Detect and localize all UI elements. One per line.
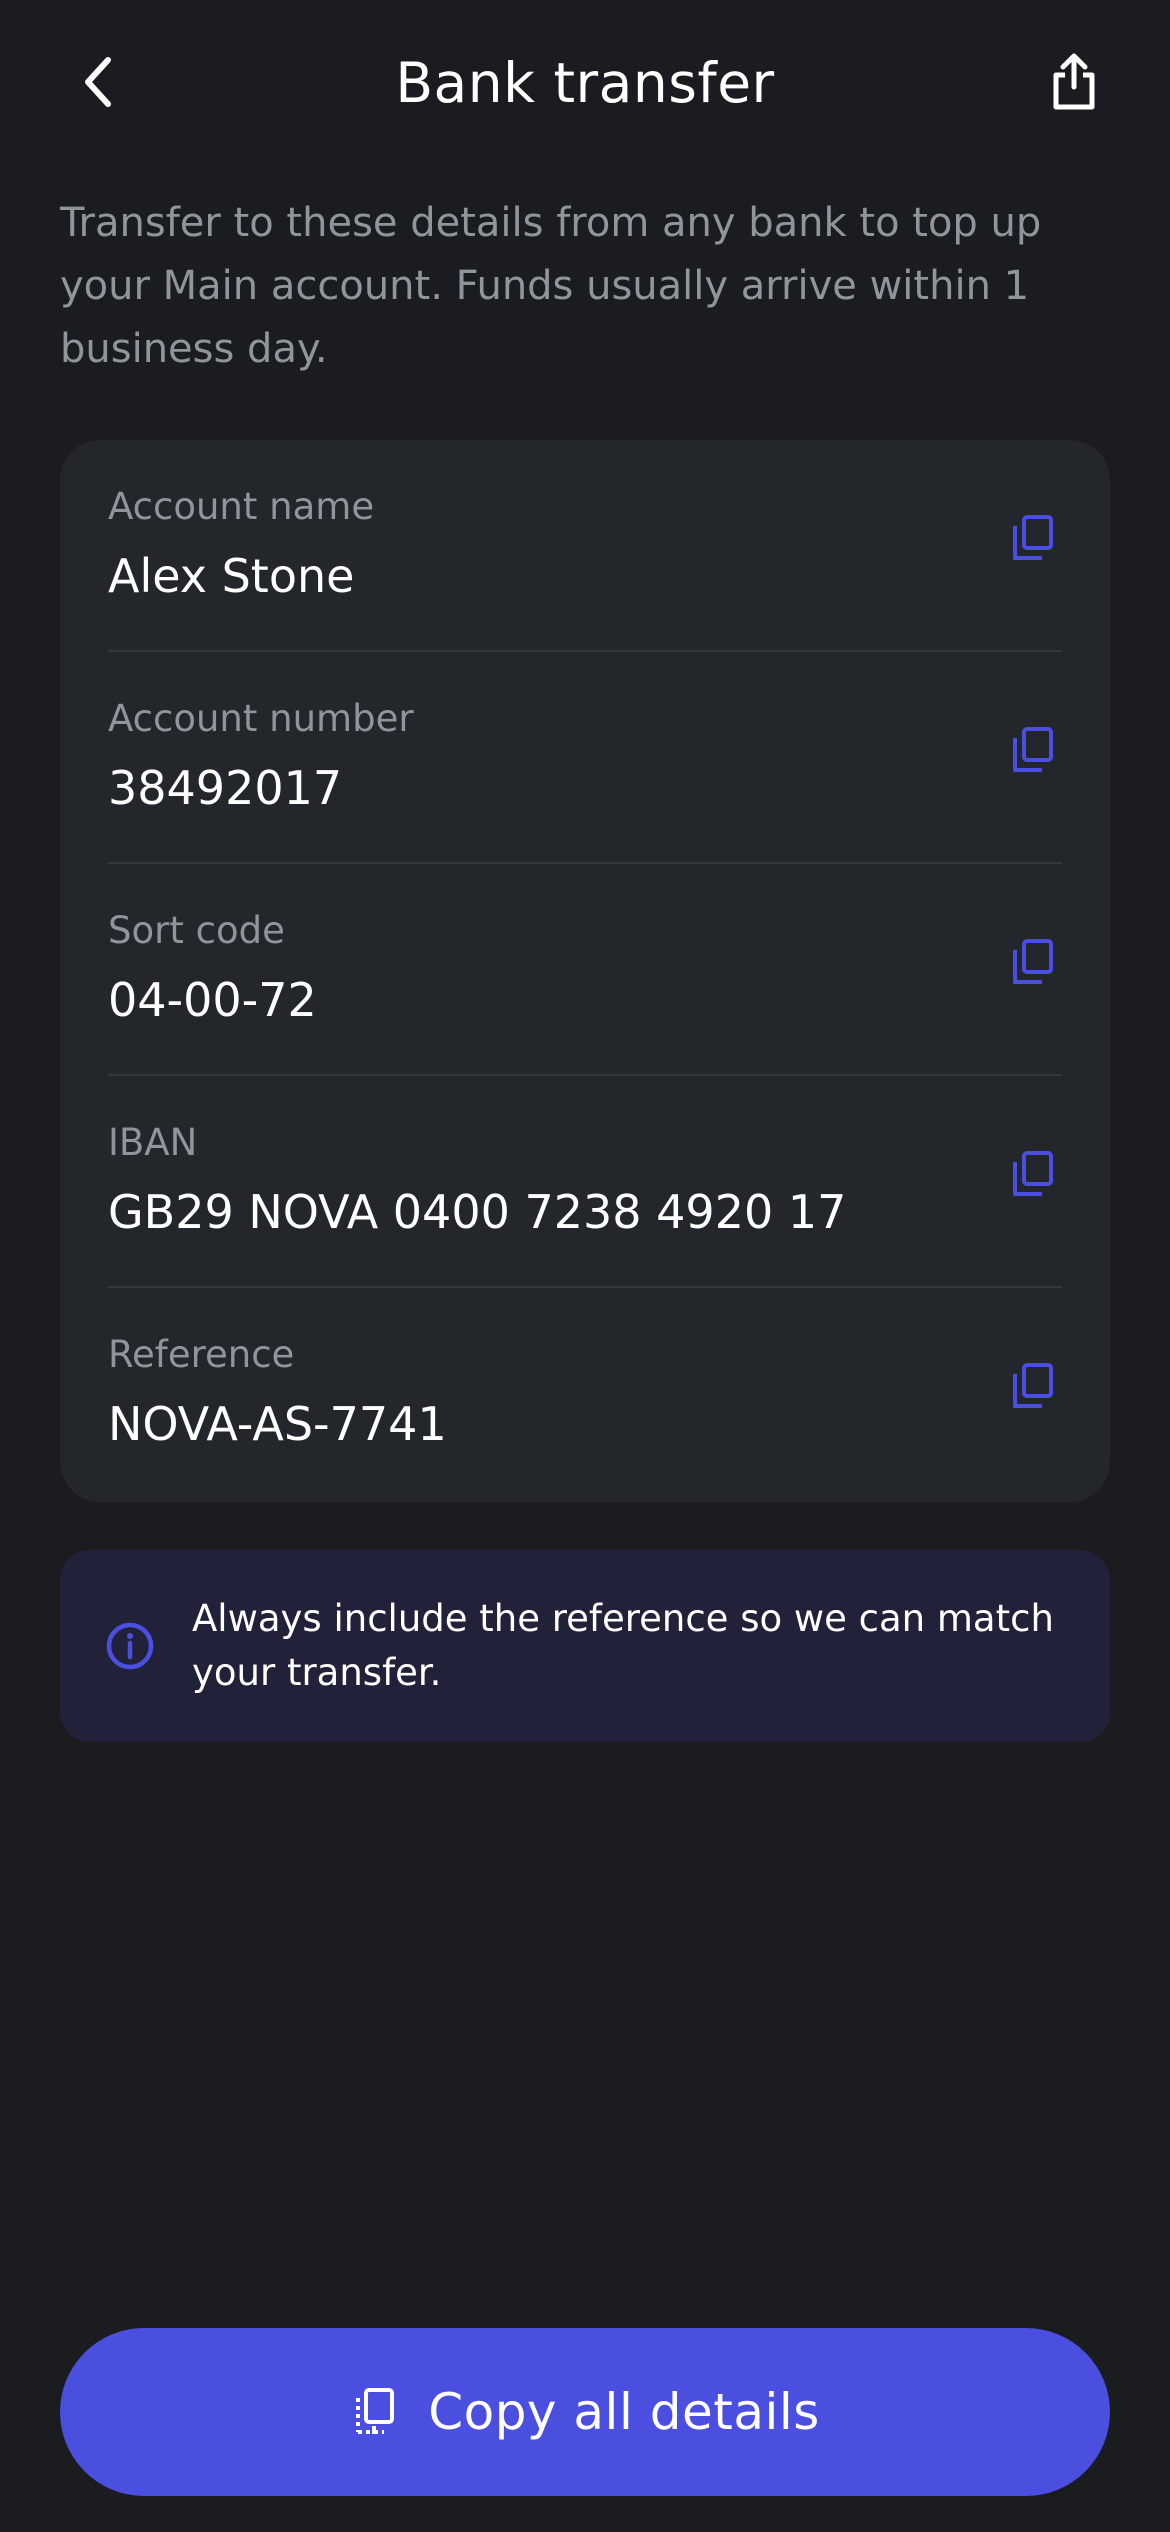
copy-reference-button[interactable] [1002,1356,1062,1416]
copy-icon [1013,1363,1053,1408]
copy-iban-button[interactable] [1002,1144,1062,1204]
detail-row-account-number: Account number 38492017 [108,652,1062,864]
detail-label: Reference [108,1333,295,1376]
share-button[interactable] [1036,44,1112,120]
detail-value[interactable]: 04-00-72 [108,970,317,1030]
copy-sort-code-button[interactable] [1002,932,1062,992]
detail-label: IBAN [108,1121,198,1164]
detail-row-account-name: Account name Alex Stone [108,440,1062,652]
detail-value[interactable]: NOVA-AS-7741 [108,1394,447,1454]
copy-icon [1013,1151,1053,1196]
intro-text: Transfer to these details from any bank … [60,200,1042,372]
info-icon [106,1622,154,1670]
detail-row-iban: IBAN GB29 NOVA 0400 7238 4920 17 [108,1076,1062,1288]
copy-all-icon [356,2388,395,2434]
reference-notice: Always include the reference so we can m… [60,1550,1110,1742]
copy-all-details-label: Copy all details [428,2383,820,2441]
top-bar: Bank transfer [0,0,1170,170]
detail-label: Sort code [108,909,285,952]
detail-value[interactable]: 38492017 [108,758,342,818]
detail-label: Account name [108,485,375,528]
copy-icon [1013,939,1053,984]
page-title: Bank transfer [395,51,775,115]
share-icon [1053,53,1095,110]
detail-row-sort-code: Sort code 04-00-72 [108,864,1062,1076]
copy-icon [1013,515,1053,560]
copy-account-name-button[interactable] [1002,508,1062,568]
copy-all-details-button[interactable]: Copy all details [60,2328,1110,2496]
detail-value[interactable]: Alex Stone [108,546,354,606]
detail-value[interactable]: GB29 NOVA 0400 7238 4920 17 [108,1182,846,1242]
detail-row-reference: Reference NOVA-AS-7741 [108,1288,1062,1500]
copy-icon [1013,727,1053,772]
notice-text: Always include the reference so we can m… [192,1597,1054,1694]
detail-label: Account number [108,697,414,740]
copy-account-number-button[interactable] [1002,720,1062,780]
bank-details-card: Account name Alex Stone Account number 3… [60,440,1110,1502]
